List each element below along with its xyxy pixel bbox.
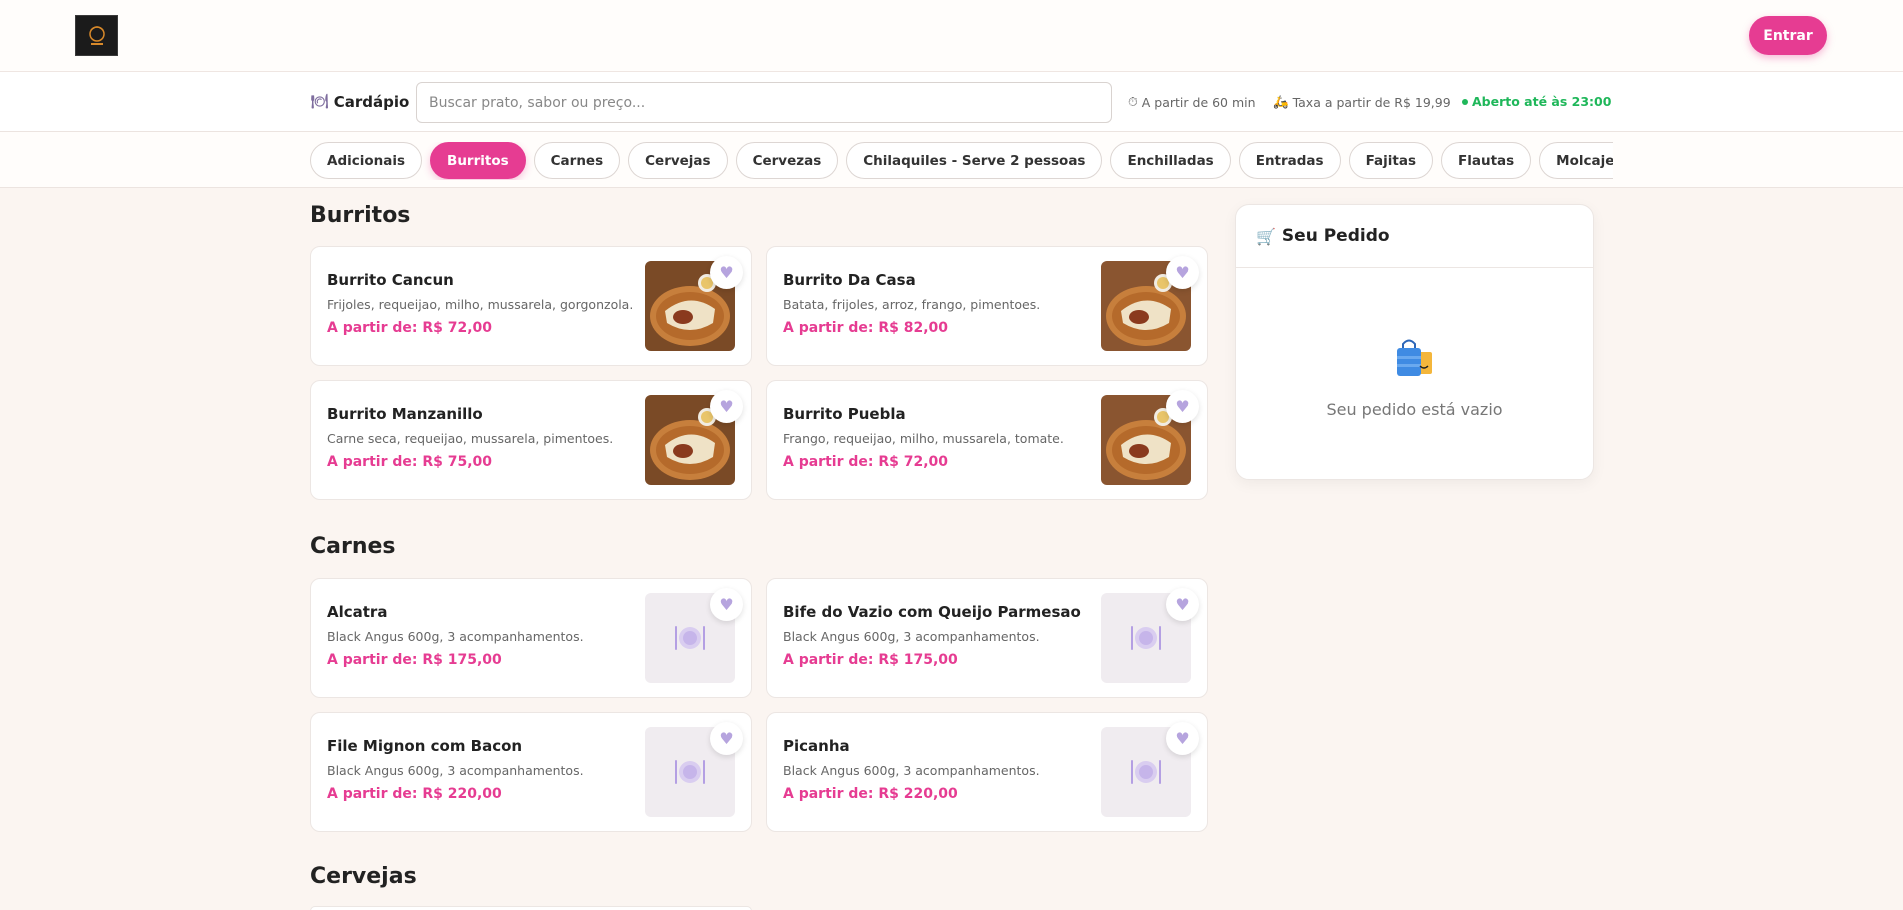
- heart-icon[interactable]: ♥: [710, 722, 743, 755]
- heart-icon[interactable]: ♥: [1166, 256, 1199, 289]
- tab-burritos[interactable]: Burritos: [430, 142, 526, 179]
- top-header: Entrar: [0, 0, 1903, 72]
- scooter-icon: 🛵: [1273, 94, 1289, 109]
- menu-item-name: Burrito Cancun: [327, 271, 454, 289]
- heart-icon[interactable]: ♥: [710, 390, 743, 423]
- menu-item-card[interactable]: Bife do Vazio com Queijo Parmesao Black …: [766, 578, 1208, 698]
- restaurant-logo[interactable]: [75, 15, 118, 56]
- menu-item-description: Frijoles, requeijao, milho, mussarela, g…: [327, 297, 634, 312]
- category-tabs: Adicionais Burritos Carnes Cervejas Cervezas…: [310, 142, 1613, 180]
- search-input[interactable]: [416, 82, 1112, 123]
- menu-item-description: Black Angus 600g, 3 acompanhamentos.: [327, 763, 584, 778]
- menu-item-card[interactable]: Alcatra Black Angus 600g, 3 acompanhamen…: [310, 578, 752, 698]
- order-title: Seu Pedido: [1281, 226, 1390, 246]
- section-title-burritos: Burritos: [310, 203, 411, 228]
- heart-icon[interactable]: ♥: [1166, 390, 1199, 423]
- menu-item-description: Black Angus 600g, 3 acompanhamentos.: [327, 629, 584, 644]
- tab-entradas[interactable]: Entradas: [1238, 142, 1341, 179]
- order-header: 🛒 Seu Pedido: [1236, 205, 1593, 268]
- category-bar: Adicionais Burritos Carnes Cervejas Cervezas…: [0, 132, 1903, 188]
- menu-item-name: File Mignon com Bacon: [327, 737, 523, 755]
- menu-item-card[interactable]: Burrito Manzanillo Carne seca, requeijao…: [310, 380, 752, 500]
- menu-item-price: A partir de: R$ 72,00: [783, 454, 949, 470]
- menu-item-price: A partir de: R$ 175,00: [783, 652, 958, 668]
- plate-icon: 🍽: [311, 94, 329, 110]
- menu-item-description: Black Angus 600g, 3 acompanhamentos.: [783, 629, 1040, 644]
- heart-icon[interactable]: ♥: [1166, 722, 1199, 755]
- chef-logo-icon: [88, 25, 105, 45]
- menu-label: 🍽 Cardápio: [311, 93, 409, 111]
- menu-item-name: Burrito Puebla: [783, 405, 906, 423]
- menu-item-price: A partir de: R$ 82,00: [783, 320, 949, 336]
- shopping-bag-icon: [1397, 339, 1432, 376]
- menu-item-card[interactable]: Burrito Puebla Frango, requeijao, milho,…: [766, 380, 1208, 500]
- tab-molcajete[interactable]: Molcajete: [1539, 142, 1613, 179]
- menu-item-name: Bife do Vazio com Queijo Parmesao: [783, 603, 1081, 621]
- tab-cervejas[interactable]: Cervejas: [628, 142, 728, 179]
- menu-item-description: Frango, requeijao, milho, mussarela, tom…: [783, 431, 1064, 446]
- order-panel: 🛒 Seu Pedido Seu pedido está vazio: [1235, 204, 1594, 480]
- heart-icon[interactable]: ♥: [710, 588, 743, 621]
- cart-icon: 🛒: [1256, 226, 1276, 246]
- heart-icon[interactable]: ♥: [710, 256, 743, 289]
- menu-item-name: Burrito Da Casa: [783, 271, 916, 289]
- tab-flautas[interactable]: Flautas: [1441, 142, 1532, 179]
- open-status: Aberto até às 23:00: [1462, 94, 1611, 109]
- menu-item-card[interactable]: File Mignon com Bacon Black Angus 600g, …: [310, 712, 752, 832]
- section-title-carnes: Carnes: [310, 534, 396, 559]
- clock-icon: ⏱: [1128, 94, 1138, 109]
- open-status-text: Aberto até às 23:00: [1472, 94, 1612, 109]
- menu-label-text: Cardápio: [333, 93, 410, 111]
- info-bar: 🍽 Cardápio ⏱ A partir de 60 min 🛵 Taxa a…: [0, 72, 1903, 132]
- empty-order-text: Seu pedido está vazio: [1326, 400, 1503, 419]
- tab-fajitas[interactable]: Fajitas: [1348, 142, 1433, 179]
- menu-item-description: Batata, frijoles, arroz, frango, pimento…: [783, 297, 1041, 312]
- menu-item-description: Black Angus 600g, 3 acompanhamentos.: [783, 763, 1040, 778]
- login-button[interactable]: Entrar: [1749, 16, 1827, 55]
- menu-item-card[interactable]: Burrito Da Casa Batata, frijoles, arroz,…: [766, 246, 1208, 366]
- menu-item-card[interactable]: Picanha Black Angus 600g, 3 acompanhamen…: [766, 712, 1208, 832]
- section-title-cervejas: Cervejas: [310, 864, 417, 889]
- delivery-time-text: A partir de 60 min: [1141, 94, 1256, 110]
- menu-item-name: Picanha: [783, 737, 850, 755]
- tab-enchilladas[interactable]: Enchilladas: [1110, 142, 1231, 179]
- menu-item-price: A partir de: R$ 75,00: [327, 454, 493, 470]
- menu-item-card[interactable]: [310, 906, 752, 910]
- menu-item-price: A partir de: R$ 175,00: [327, 652, 502, 668]
- heart-icon[interactable]: ♥: [1166, 588, 1199, 621]
- menu-item-name: Burrito Manzanillo: [327, 405, 483, 423]
- tab-chilaquiles[interactable]: Chilaquiles - Serve 2 pessoas: [846, 142, 1103, 179]
- tab-adicionais[interactable]: Adicionais: [310, 142, 423, 179]
- menu-item-card[interactable]: Burrito Cancun Frijoles, requeijao, milh…: [310, 246, 752, 366]
- delivery-fee-text: Taxa a partir de R$ 19,99: [1292, 94, 1451, 110]
- delivery-fee: 🛵 Taxa a partir de R$ 19,99: [1273, 94, 1451, 110]
- menu-item-price: A partir de: R$ 72,00: [327, 320, 493, 336]
- menu-item-price: A partir de: R$ 220,00: [327, 786, 502, 802]
- menu-item-price: A partir de: R$ 220,00: [783, 786, 958, 802]
- delivery-time: ⏱ A partir de 60 min: [1128, 94, 1256, 110]
- menu-item-name: Alcatra: [327, 603, 388, 621]
- tab-cervezas[interactable]: Cervezas: [735, 142, 839, 179]
- menu-item-description: Carne seca, requeijao, mussarela, piment…: [327, 431, 614, 446]
- tab-carnes[interactable]: Carnes: [533, 142, 621, 179]
- status-dot-icon: [1462, 98, 1468, 105]
